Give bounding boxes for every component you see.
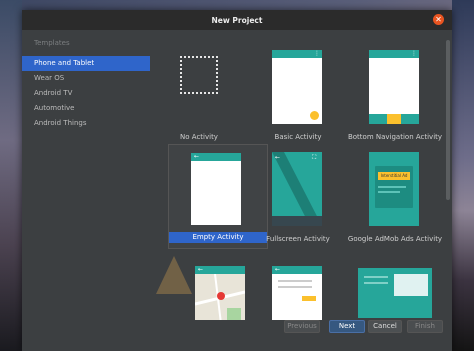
svg-text:⛶: ⛶: [312, 154, 317, 161]
template-label: Google AdMob Ads Activity: [347, 235, 443, 243]
form-line: [278, 286, 312, 288]
sidebar-item-automotive[interactable]: Automotive: [22, 101, 150, 116]
svg-text:←: ←: [275, 154, 280, 161]
sidebar-item-wear-os[interactable]: Wear OS: [22, 71, 150, 86]
desktop-background-left: [0, 0, 22, 351]
app-bar: ←: [272, 266, 322, 274]
list-line: [364, 282, 388, 284]
bottom-navigation-bar: [369, 114, 419, 124]
sidebar-item-android-tv[interactable]: Android TV: [22, 86, 150, 101]
ad-card: Interstitial Ad: [375, 166, 413, 208]
ad-line: [378, 186, 406, 188]
phone-preview: ←: [195, 266, 245, 320]
back-arrow-icon: ←: [194, 153, 200, 160]
phone-preview: ←: [191, 153, 241, 225]
form-button: [302, 296, 316, 301]
watermark-logo: [156, 256, 192, 294]
close-button[interactable]: ✕: [433, 14, 444, 25]
close-icon: ✕: [435, 15, 442, 24]
app-bar: ←: [195, 266, 245, 274]
template-no-activity[interactable]: No Activity: [150, 42, 248, 145]
sidebar-item-android-things[interactable]: Android Things: [22, 116, 150, 131]
template-fullscreen-activity[interactable]: ← ⛶ Fullscreen Activity: [249, 144, 347, 247]
overflow-menu-icon: ⋮: [314, 50, 320, 57]
new-project-dialog: New Project ✕ Templates Phone and Tablet…: [22, 10, 452, 351]
detail-pane: [394, 274, 428, 296]
back-arrow-icon: ←: [198, 266, 204, 273]
template-basic-activity[interactable]: ⋮ Basic Activity: [249, 42, 347, 145]
cancel-button[interactable]: Cancel: [368, 320, 402, 333]
template-login-activity[interactable]: ←: [249, 258, 347, 320]
list-line: [364, 276, 388, 278]
gallery-scrollbar[interactable]: [446, 40, 450, 200]
template-google-admob-ads-activity[interactable]: Interstitial Ad Google AdMob Ads Activit…: [346, 144, 443, 247]
templates-header: Templates: [34, 39, 70, 47]
fullscreen-diagonal-shape: ← ⛶: [272, 152, 322, 226]
previous-button[interactable]: Previous: [284, 320, 320, 333]
interstitial-ad-banner: Interstitial Ad: [378, 172, 410, 180]
next-button[interactable]: Next: [329, 320, 365, 333]
template-label: Basic Activity: [274, 133, 322, 141]
dialog-title: New Project: [211, 15, 263, 25]
template-bottom-navigation-activity[interactable]: ⋮ Bottom Navigation Activity: [346, 42, 443, 145]
phone-preview: ←: [272, 266, 322, 320]
ad-line: [378, 191, 400, 193]
bottom-nav-selected-item: [387, 114, 401, 124]
overflow-menu-icon: ⋮: [411, 50, 417, 57]
back-arrow-icon: ←: [275, 266, 281, 273]
app-bar: ←: [191, 153, 241, 161]
tablet-preview: [358, 268, 432, 318]
templates-sidebar: Templates Phone and Tablet Wear OS Andro…: [22, 30, 150, 330]
map-preview: [195, 274, 245, 320]
dialog-footer: Previous Next Cancel Finish: [22, 316, 452, 341]
phone-preview: Interstitial Ad: [369, 152, 419, 226]
template-label: No Activity: [180, 133, 218, 141]
app-bar: ⋮: [272, 50, 322, 58]
form-line: [278, 280, 312, 282]
app-bar: ⋮: [369, 50, 419, 58]
fab-icon: [310, 111, 319, 120]
phone-preview: ⋮: [369, 50, 419, 124]
template-master-detail-flow[interactable]: [346, 258, 443, 320]
template-label: Bottom Navigation Activity: [347, 133, 443, 141]
phone-preview: ← ⛶: [272, 152, 322, 226]
title-bar: New Project ✕: [22, 10, 452, 30]
no-activity-icon: [180, 56, 218, 94]
desktop-background-right: [452, 0, 474, 351]
sidebar-item-phone-and-tablet[interactable]: Phone and Tablet: [22, 56, 150, 71]
template-label: Fullscreen Activity: [266, 235, 330, 243]
phone-preview: ⋮: [272, 50, 322, 124]
finish-button[interactable]: Finish: [407, 320, 443, 333]
